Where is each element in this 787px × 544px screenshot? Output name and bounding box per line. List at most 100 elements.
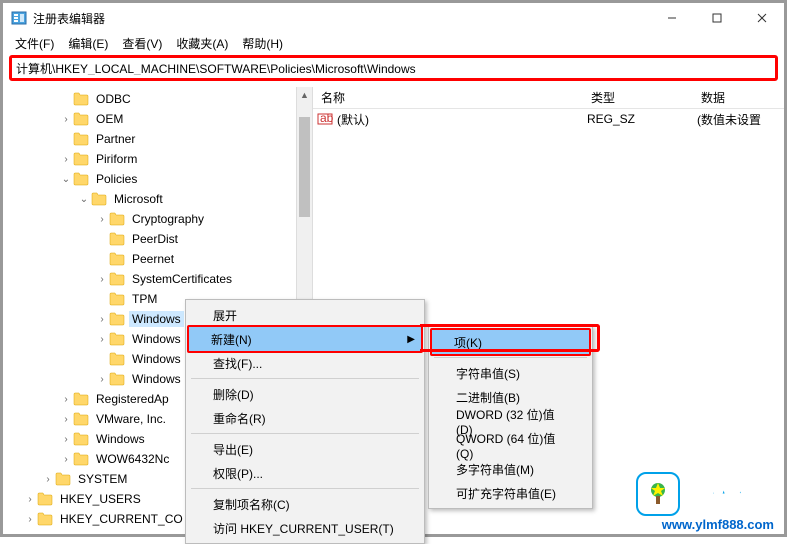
menu-item[interactable]: 权限(P)... <box>189 461 421 485</box>
regedit-icon <box>11 10 27 26</box>
tree-node-label: VMware, Inc. <box>93 411 169 427</box>
tree-node[interactable]: PeerDist <box>5 229 312 249</box>
expand-toggle-icon[interactable]: › <box>95 374 109 385</box>
menu-item[interactable]: 删除(D) <box>189 382 421 406</box>
tree-node-label: RegisteredAp <box>93 391 172 407</box>
menu-separator <box>191 378 419 379</box>
expand-toggle-icon[interactable]: › <box>59 394 73 405</box>
menu-item[interactable]: 查找(F)... <box>189 351 421 375</box>
submenu-arrow-icon: ▶ <box>407 334 415 345</box>
expand-toggle-icon[interactable]: › <box>59 434 73 445</box>
value-name: (默认) <box>337 111 587 128</box>
value-row[interactable]: ab (默认) REG_SZ (数值未设置 <box>313 109 784 129</box>
window-controls <box>649 3 784 33</box>
expand-toggle-icon[interactable]: ⌄ <box>77 194 91 205</box>
expand-toggle-icon[interactable]: › <box>59 414 73 425</box>
menu-item[interactable]: 项(K) <box>430 328 591 356</box>
tree-node[interactable]: Peernet <box>5 249 312 269</box>
expand-toggle-icon[interactable]: › <box>95 214 109 225</box>
col-data[interactable]: 数据 <box>693 89 733 106</box>
tree-node-label: HKEY_USERS <box>57 491 144 507</box>
tree-node-label: Windows <box>129 351 184 367</box>
menu-item[interactable]: 导出(E) <box>189 437 421 461</box>
menu-favorites[interactable]: 收藏夹(A) <box>170 34 234 53</box>
tree-node-label: Windows <box>129 311 184 327</box>
tree-node-label: OEM <box>93 111 126 127</box>
titlebar: 注册表编辑器 <box>3 3 784 33</box>
context-submenu-new[interactable]: 项(K)字符串值(S)二进制值(B)DWORD (32 位)值(D)QWORD … <box>428 326 593 509</box>
tree-node-label: SYSTEM <box>75 471 130 487</box>
tree-node[interactable]: › Piriform <box>5 149 312 169</box>
scroll-up-icon[interactable]: ▲ <box>297 87 312 103</box>
values-header: 名称 类型 数据 <box>313 87 784 109</box>
address-bar-annotation <box>9 55 778 81</box>
tree-node-label: Microsoft <box>111 191 166 207</box>
menu-separator <box>434 357 587 358</box>
scroll-thumb[interactable] <box>299 117 310 217</box>
tree-node[interactable]: › Cryptography <box>5 209 312 229</box>
context-menu[interactable]: 展开新建(N)▶查找(F)... 删除(D)重命名(R) 导出(E)权限(P)...… <box>185 299 425 544</box>
window-title: 注册表编辑器 <box>33 10 649 27</box>
menu-view[interactable]: 查看(V) <box>116 34 168 53</box>
address-bar[interactable] <box>16 61 771 75</box>
tree-node[interactable]: ODBC <box>5 89 312 109</box>
col-name[interactable]: 名称 <box>313 89 583 106</box>
watermark-brand: 雨林木风 <box>686 478 774 510</box>
menu-item[interactable]: 重命名(R) <box>189 406 421 430</box>
menu-edit[interactable]: 编辑(E) <box>62 34 114 53</box>
menu-item[interactable]: 多字符串值(M) <box>432 457 589 481</box>
tree-node[interactable]: Partner <box>5 129 312 149</box>
menu-item[interactable]: 复制项名称(C) <box>189 492 421 516</box>
tree-node-label: Windows <box>129 331 184 347</box>
tree-node-label: HKEY_CURRENT_CO <box>57 511 186 526</box>
col-type[interactable]: 类型 <box>583 89 693 106</box>
expand-toggle-icon[interactable]: › <box>23 514 37 525</box>
menu-item[interactable]: 字符串值(S) <box>432 361 589 385</box>
menu-item[interactable]: QWORD (64 位)值(Q) <box>432 433 589 457</box>
minimize-button[interactable] <box>649 3 694 33</box>
tree-node-label: WOW6432Nc <box>93 451 172 467</box>
value-data: (数值未设置 <box>697 111 761 128</box>
menu-item[interactable]: 新建(N)▶ <box>187 325 423 353</box>
expand-toggle-icon[interactable]: › <box>59 454 73 465</box>
watermark-url: www.ylmf888.com <box>662 517 774 532</box>
watermark-logo <box>636 472 680 516</box>
tree-node-label: ODBC <box>93 91 134 107</box>
tree-node[interactable]: ⌄ Microsoft <box>5 189 312 209</box>
tree-node[interactable]: › OEM <box>5 109 312 129</box>
menubar: 文件(F) 编辑(E) 查看(V) 收藏夹(A) 帮助(H) <box>3 33 784 53</box>
menu-item[interactable]: 可扩充字符串值(E) <box>432 481 589 505</box>
expand-toggle-icon[interactable]: › <box>95 314 109 325</box>
tree-node-label: Peernet <box>129 251 177 267</box>
close-button[interactable] <box>739 3 784 33</box>
maximize-button[interactable] <box>694 3 739 33</box>
expand-toggle-icon[interactable]: › <box>95 334 109 345</box>
value-type: REG_SZ <box>587 112 697 126</box>
expand-toggle-icon[interactable]: › <box>59 114 73 125</box>
svg-text:ab: ab <box>320 111 333 125</box>
tree-node-label: Windows <box>93 431 148 447</box>
tree-node-label: Policies <box>93 171 140 187</box>
tree-node-label: Piriform <box>93 151 140 167</box>
expand-toggle-icon[interactable]: › <box>95 274 109 285</box>
tree-node[interactable]: ⌄ Policies <box>5 169 312 189</box>
menu-file[interactable]: 文件(F) <box>9 34 60 53</box>
tree-node-label: SystemCertificates <box>129 271 235 287</box>
menu-item[interactable]: 访问 HKEY_CURRENT_USER(T) <box>189 516 421 540</box>
string-value-icon: ab <box>317 111 333 127</box>
expand-toggle-icon[interactable]: ⌄ <box>59 174 73 185</box>
tree-node-label: Windows <box>129 371 184 387</box>
expand-toggle-icon[interactable]: › <box>59 154 73 165</box>
expand-toggle-icon[interactable]: › <box>41 474 55 485</box>
menu-item[interactable]: 展开 <box>189 303 421 327</box>
tree-node[interactable]: › SystemCertificates <box>5 269 312 289</box>
menu-help[interactable]: 帮助(H) <box>236 34 289 53</box>
tree-node-label: TPM <box>129 291 160 307</box>
menu-separator <box>191 433 419 434</box>
menu-separator <box>191 488 419 489</box>
tree-node-label: PeerDist <box>129 231 181 247</box>
tree-node-label: Partner <box>93 131 138 147</box>
tree-node-label: Cryptography <box>129 211 207 227</box>
watermark: 雨林木风 www.ylmf888.com <box>636 472 774 516</box>
expand-toggle-icon[interactable]: › <box>23 494 37 505</box>
